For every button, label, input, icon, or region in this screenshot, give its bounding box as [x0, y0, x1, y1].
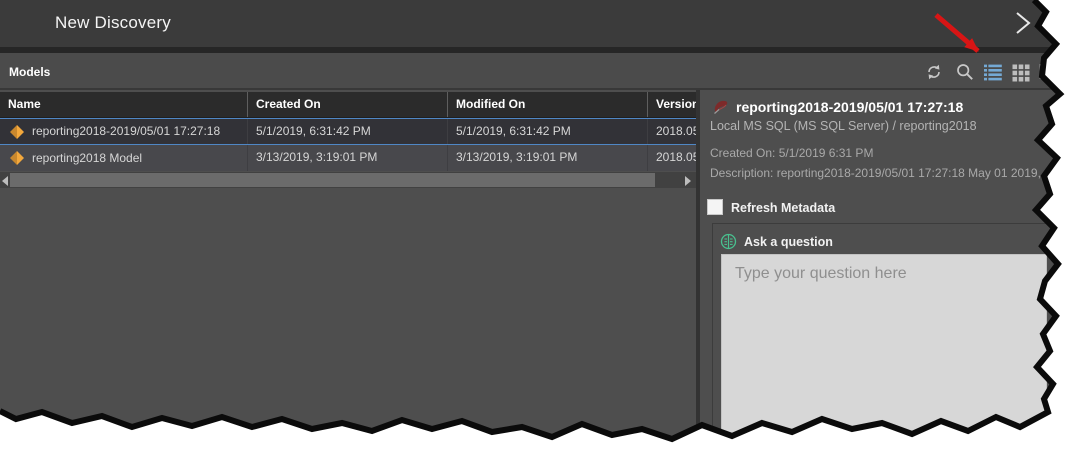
column-header-modified-on[interactable]: Modified On	[448, 92, 648, 117]
title-bar: New Discovery	[0, 0, 1085, 47]
search-icon[interactable]	[955, 62, 975, 82]
details-title: reporting2018-2019/05/01 17:27:18	[736, 99, 963, 115]
column-header-created-on[interactable]: Created On	[248, 92, 448, 117]
list-view-icon[interactable]	[983, 62, 1003, 82]
ask-question-label: Ask a question	[744, 235, 833, 249]
brain-icon	[720, 233, 737, 250]
tree-view-icon[interactable]	[1037, 62, 1057, 82]
scroll-right-arrow[interactable]	[685, 176, 691, 186]
sql-server-icon	[712, 99, 729, 116]
model-created-on: 3/13/2019, 3:19:01 PM	[248, 145, 448, 171]
models-table: Name Created On Modified On Version repo…	[0, 92, 696, 171]
scroll-left-arrow[interactable]	[2, 176, 8, 186]
refresh-metadata-checkbox[interactable]	[707, 199, 723, 215]
model-modified-on: 5/1/2019, 6:31:42 PM	[448, 119, 648, 144]
models-toolbar: Models	[0, 53, 1085, 90]
models-section-label: Models	[9, 65, 50, 79]
window-title: New Discovery	[55, 13, 171, 33]
new-discovery-window: New Discovery Models	[0, 0, 1085, 460]
details-created-on: Created On: 5/1/2019 6:31 PM	[710, 146, 873, 160]
table-header-row: Name Created On Modified On Version	[0, 92, 696, 118]
question-input[interactable]	[721, 254, 1047, 456]
model-version: 2018.05	[648, 145, 696, 171]
ask-question-section: Ask a question	[712, 223, 1084, 460]
column-header-name[interactable]: Name	[0, 92, 248, 117]
column-header-version[interactable]: Version	[648, 92, 696, 117]
model-version: 2018.05	[648, 119, 696, 144]
details-description: Description: reporting2018-2019/05/01 17…	[710, 166, 1085, 180]
refresh-metadata-label: Refresh Metadata	[731, 201, 835, 215]
table-row[interactable]: reporting2018 Model 3/13/2019, 3:19:01 P…	[0, 145, 696, 171]
model-created-on: 5/1/2019, 6:31:42 PM	[248, 119, 448, 144]
model-diamond-icon	[9, 124, 25, 140]
model-details-panel: reporting2018-2019/05/01 17:27:18 Local …	[700, 92, 1085, 460]
refresh-icon[interactable]	[924, 62, 944, 82]
grid-view-icon[interactable]	[1011, 62, 1031, 82]
table-row[interactable]: reporting2018-2019/05/01 17:27:18 5/1/20…	[0, 118, 696, 145]
horizontal-scrollbar[interactable]	[0, 172, 696, 188]
chevron-right-icon[interactable]	[1010, 10, 1036, 36]
details-source: Local MS SQL (MS SQL Server) / reporting…	[710, 119, 977, 133]
model-modified-on: 3/13/2019, 3:19:01 PM	[448, 145, 648, 171]
model-name: reporting2018 Model	[32, 146, 142, 171]
scrollbar-thumb[interactable]	[10, 173, 655, 187]
model-diamond-icon	[9, 150, 25, 166]
model-name: reporting2018-2019/05/01 17:27:18	[32, 119, 220, 144]
